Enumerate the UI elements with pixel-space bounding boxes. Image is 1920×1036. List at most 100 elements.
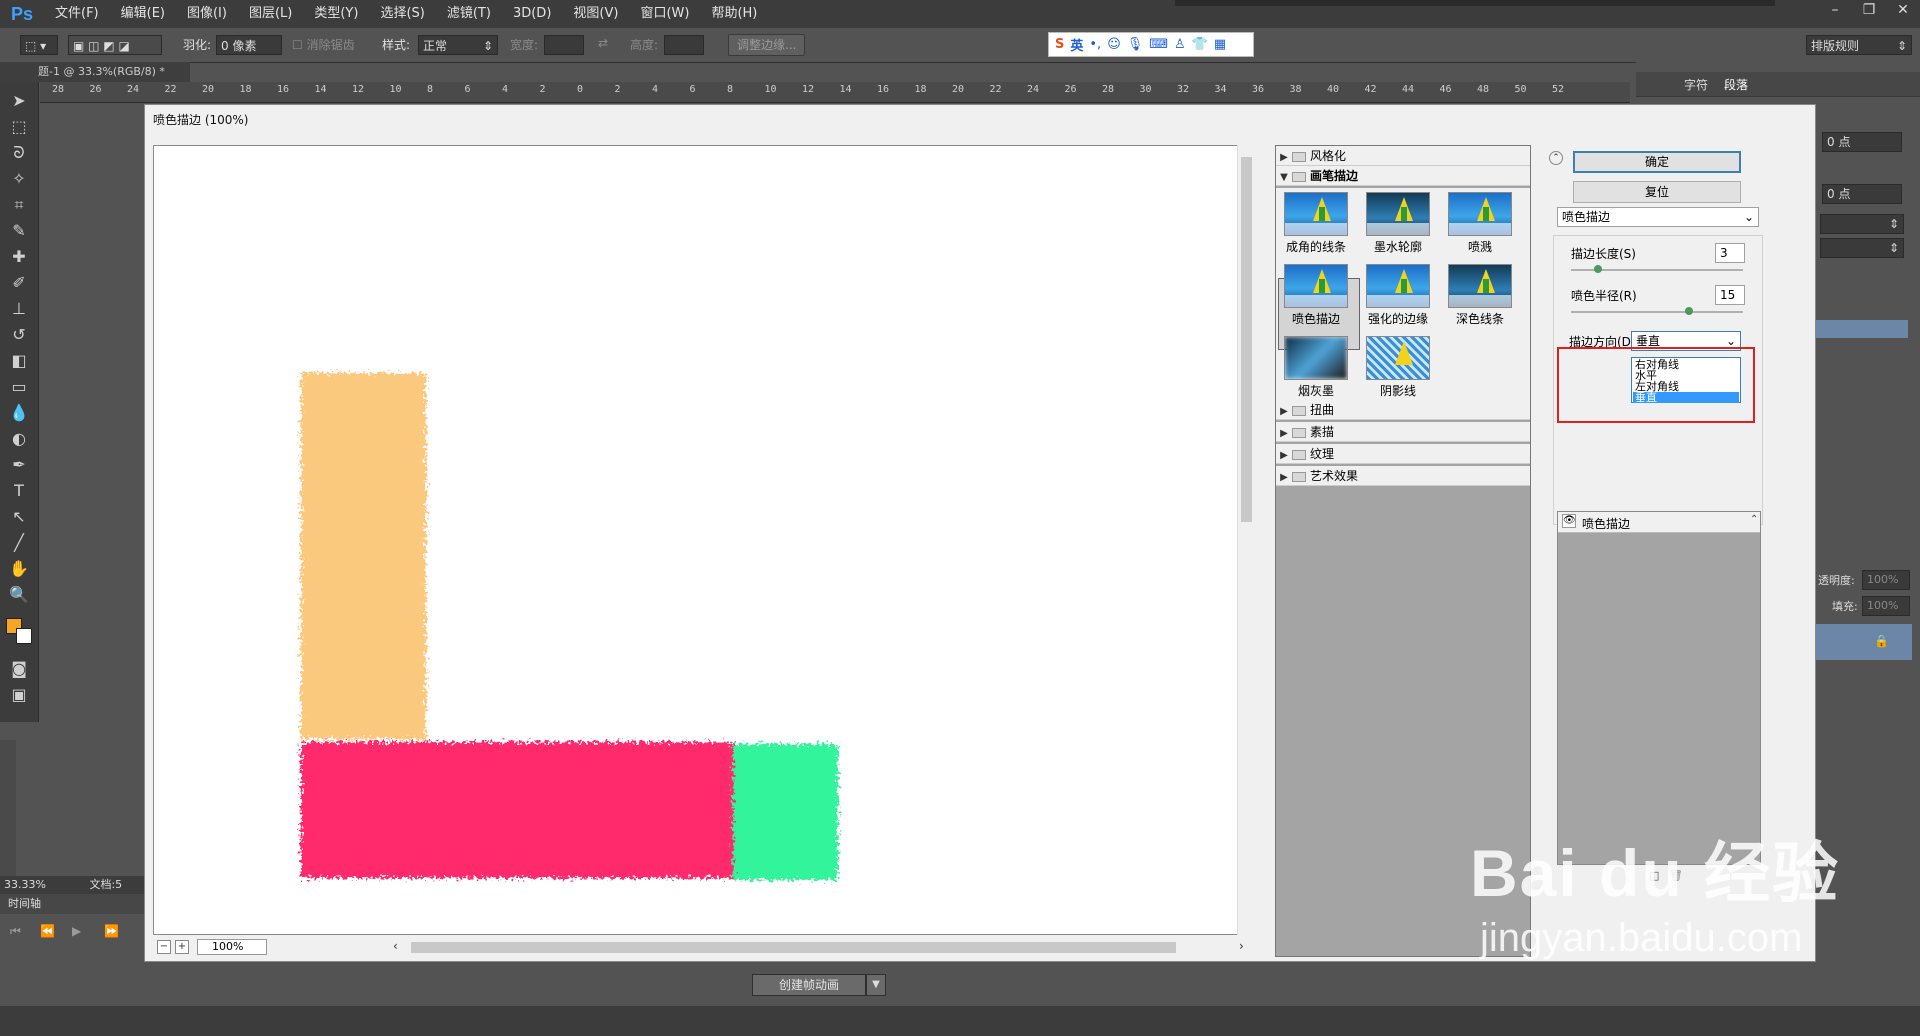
- style-select[interactable]: 正常 ⇕: [418, 35, 498, 55]
- blur-tool-icon[interactable]: 💧: [8, 402, 30, 424]
- filter-preview[interactable]: [153, 145, 1249, 935]
- stroke-length-knob[interactable]: [1594, 265, 1602, 273]
- category-texture[interactable]: ▶ 纹理: [1276, 444, 1530, 464]
- collapse-gallery-icon[interactable]: ⌃: [1549, 151, 1563, 165]
- create-frame-animation-button[interactable]: 创建帧动画: [752, 974, 866, 996]
- filter-thumb-dark-strokes[interactable]: [1448, 264, 1512, 308]
- panel-select-2[interactable]: ⇕: [1820, 238, 1904, 258]
- tab-character[interactable]: 字符: [1684, 76, 1708, 93]
- timeline-tab[interactable]: 时间轴: [0, 894, 145, 914]
- pen-tool-icon[interactable]: ✒: [8, 454, 30, 476]
- filter-thumb-crosshatch[interactable]: [1366, 336, 1430, 380]
- punctuation-icon[interactable]: •,: [1089, 37, 1101, 52]
- keyboard-icon[interactable]: ⌨: [1149, 37, 1168, 52]
- play-icon[interactable]: ▶: [72, 924, 81, 938]
- menu-layer[interactable]: 图层(L): [238, 0, 303, 28]
- width-input[interactable]: [544, 35, 584, 55]
- swap-icon[interactable]: ⇄: [598, 36, 608, 50]
- feather-input[interactable]: 0 像素: [216, 35, 282, 55]
- first-frame-icon[interactable]: ⏮: [10, 924, 21, 939]
- fill-input[interactable]: 100%: [1862, 596, 1910, 616]
- menu-view[interactable]: 视图(V): [562, 0, 629, 28]
- menu-type[interactable]: 类型(Y): [303, 0, 369, 28]
- stamp-tool-icon[interactable]: ⊥: [8, 298, 30, 320]
- category-brush-strokes[interactable]: ▼ 画笔描边: [1276, 166, 1530, 186]
- antialias-checkbox-label[interactable]: ☐ 消除锯齿: [292, 36, 355, 53]
- crop-tool-icon[interactable]: ⌗: [8, 194, 30, 216]
- reset-button[interactable]: 复位: [1573, 181, 1741, 203]
- marquee-tool-icon[interactable]: ⬚: [8, 116, 30, 138]
- indent-input-2[interactable]: 0 点: [1822, 184, 1902, 204]
- menu-help[interactable]: 帮助(H): [700, 0, 768, 28]
- move-tool-icon[interactable]: ➤: [8, 90, 30, 112]
- line-tool-icon[interactable]: ╱: [8, 532, 30, 554]
- horizontal-scroll-thumb[interactable]: [411, 942, 1176, 953]
- scroll-up-icon[interactable]: ⌃: [1750, 514, 1758, 525]
- marquee-preset-icon[interactable]: ⬚ ▾: [20, 35, 58, 55]
- history-brush-icon[interactable]: ↺: [8, 324, 30, 346]
- microphone-icon[interactable]: 🎙: [1127, 37, 1144, 52]
- ok-button[interactable]: 确定: [1573, 151, 1741, 173]
- menu-3d[interactable]: 3D(D): [502, 0, 562, 28]
- spray-radius-input[interactable]: 15: [1715, 285, 1745, 305]
- menu-file[interactable]: 文件(F): [44, 0, 110, 28]
- dodge-tool-icon[interactable]: ◐: [8, 428, 30, 450]
- zoom-select[interactable]: 100%: [197, 939, 267, 955]
- eyedropper-icon[interactable]: ✎: [8, 220, 30, 242]
- category-sketch[interactable]: ▶ 素描: [1276, 422, 1530, 442]
- path-select-icon[interactable]: ↖: [8, 506, 30, 528]
- screen-mode-icon[interactable]: ▣: [8, 684, 30, 706]
- minimize-button[interactable]: –: [1818, 0, 1852, 22]
- next-frame-icon[interactable]: ⏩: [104, 924, 119, 938]
- type-tool-icon[interactable]: T: [8, 480, 30, 502]
- menu-filter[interactable]: 滤镜(T): [436, 0, 502, 28]
- stroke-length-input[interactable]: 3: [1715, 243, 1745, 263]
- healing-brush-icon[interactable]: ✚: [8, 246, 30, 268]
- close-button[interactable]: ✕: [1886, 0, 1920, 22]
- filter-thumb-ink-outlines[interactable]: [1366, 192, 1430, 236]
- category-artistic[interactable]: ▶ 艺术效果: [1276, 466, 1530, 486]
- spray-radius-slider[interactable]: [1571, 311, 1743, 313]
- spray-radius-knob[interactable]: [1685, 307, 1693, 315]
- menu-window[interactable]: 窗口(W): [629, 0, 700, 28]
- effect-layer-row[interactable]: 👁 喷色描边: [1558, 512, 1760, 533]
- eraser-tool-icon[interactable]: ◧: [8, 350, 30, 372]
- chevron-down-icon[interactable]: ▼: [866, 974, 886, 996]
- hand-tool-icon[interactable]: ✋: [8, 558, 30, 580]
- tab-paragraph[interactable]: 段落: [1724, 76, 1748, 93]
- eye-icon[interactable]: 👁: [1562, 514, 1576, 528]
- zoom-in-icon[interactable]: +: [175, 940, 189, 954]
- selection-mode-icons[interactable]: ▣ ◫ ◩ ◪: [68, 35, 162, 55]
- opacity-input[interactable]: 100%: [1862, 570, 1910, 590]
- lasso-tool-icon[interactable]: ᘐ: [8, 142, 30, 164]
- zoom-status[interactable]: 33.33%: [4, 878, 46, 891]
- preview-vertical-scrollbar[interactable]: [1237, 145, 1255, 935]
- prev-frame-icon[interactable]: ⏪: [40, 924, 55, 938]
- quick-mask-icon[interactable]: ◙: [8, 658, 30, 680]
- ime-mode[interactable]: 英: [1070, 35, 1083, 54]
- filter-thumb-accented-edges[interactable]: [1366, 264, 1430, 308]
- refine-edge-button[interactable]: 调整边缘...: [728, 34, 806, 56]
- restore-button[interactable]: ❐: [1852, 0, 1886, 22]
- workspace-select[interactable]: 排版规则 ⇕: [1806, 35, 1912, 55]
- document-tab[interactable]: 题-1 @ 33.3%(RGB/8) *: [0, 62, 190, 82]
- layer-highlight[interactable]: [1816, 320, 1908, 338]
- grid-icon[interactable]: ▦: [1214, 37, 1226, 52]
- scroll-left-icon[interactable]: ‹: [393, 939, 398, 953]
- menu-image[interactable]: 图像(I): [176, 0, 238, 28]
- filter-thumb-sprayed-strokes[interactable]: [1284, 264, 1348, 308]
- zoom-out-icon[interactable]: −: [157, 940, 171, 954]
- menu-select[interactable]: 选择(S): [369, 0, 435, 28]
- vertical-scroll-thumb[interactable]: [1241, 157, 1252, 522]
- zoom-tool-icon[interactable]: 🔍: [8, 584, 30, 606]
- gradient-tool-icon[interactable]: ▭: [8, 376, 30, 398]
- layer-row-selected[interactable]: 🔒: [1816, 624, 1912, 660]
- category-distort[interactable]: ▶ 扭曲: [1276, 400, 1530, 420]
- emoji-icon[interactable]: ☺: [1107, 37, 1121, 52]
- scroll-right-icon[interactable]: ›: [1239, 939, 1244, 953]
- filter-select[interactable]: 喷色描边 ⌄: [1557, 207, 1759, 227]
- brush-tool-icon[interactable]: ✐: [8, 272, 30, 294]
- filter-thumb-spatter[interactable]: [1448, 192, 1512, 236]
- menu-edit[interactable]: 编辑(E): [110, 0, 176, 28]
- background-color-swatch[interactable]: [16, 628, 32, 644]
